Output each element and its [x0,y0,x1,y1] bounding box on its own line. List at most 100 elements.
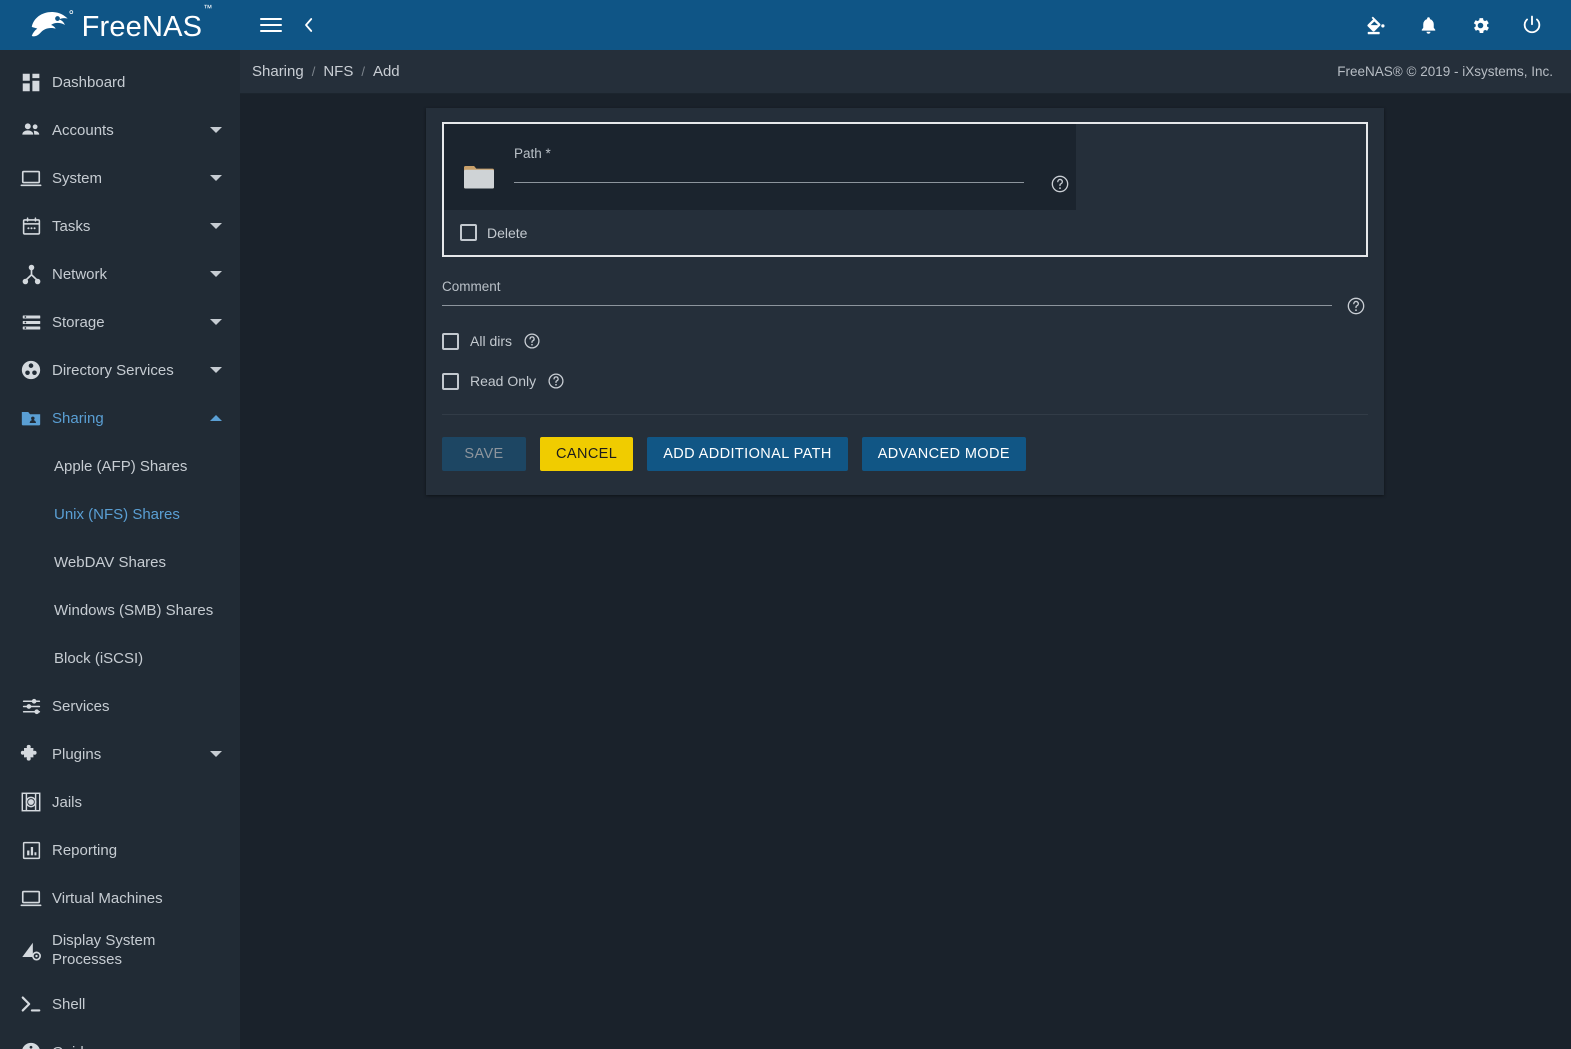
bell-icon[interactable] [1411,8,1445,42]
chevron-up-icon[interactable] [210,415,222,421]
chevron-down-icon[interactable] [210,127,222,133]
sidebar-item-virtual-machines[interactable]: Virtual Machines [0,874,240,922]
sidebar-item-accounts[interactable]: Accounts [0,106,240,154]
sidebar-item-apple-afp-shares[interactable]: Apple (AFP) Shares [0,442,240,490]
sidebar-subitem-label: Unix (NFS) Shares [54,505,180,523]
breadcrumb-separator: / [311,64,316,79]
power-icon[interactable] [1515,8,1549,42]
path-label: Path * [514,146,551,161]
sidebar-item-system[interactable]: System [0,154,240,202]
storage-icon [10,312,52,333]
checkbox-unchecked-icon[interactable] [442,372,459,390]
brand-header[interactable]: FreeNAS™ [0,0,240,50]
copyright-text: FreeNAS® © 2019 - iXsystems, Inc. [1337,64,1553,79]
folder-icon[interactable] [444,146,514,190]
advanced-mode-button[interactable]: ADVANCED MODE [861,437,1026,471]
sidebar-item-label: Jails [52,793,83,811]
dashboard-icon [10,72,52,93]
chevron-down-icon[interactable] [210,367,222,373]
sidebar-nav: Dashboard Accounts System Tasks Network … [0,50,240,1049]
comment-field[interactable]: Comment [442,279,1368,315]
delete-checkbox-label: Delete [487,224,528,241]
gear-icon[interactable] [1463,8,1497,42]
sidebar-item-label: Directory Services [52,361,174,379]
freenas-fish-logo [29,8,75,42]
sidebar-item-reporting[interactable]: Reporting [0,826,240,874]
shell-prompt-icon [10,993,52,1015]
reporting-chart-icon [10,840,52,861]
content-area: Path * Delete Comment All dirs Read Only… [240,94,1571,1049]
sidebar-item-services[interactable]: Services [0,682,240,730]
hamburger-menu-icon[interactable] [260,18,282,32]
all-dirs-label: All dirs [470,333,513,349]
paint-bucket-icon[interactable] [1359,8,1393,42]
sidebar-item-webdav-shares[interactable]: WebDAV Shares [0,538,240,586]
sidebar-item-label: Tasks [52,217,91,235]
cancel-button[interactable]: CANCEL [540,437,634,471]
path-field[interactable]: Path * [514,146,1076,193]
form-actions: SAVE CANCEL ADD ADDITIONAL PATH ADVANCED… [426,415,1384,495]
brand-trademark: ™ [203,3,213,14]
chevron-down-icon[interactable] [210,271,222,277]
checkbox-unchecked-icon[interactable] [460,224,477,241]
sidebar-item-windows-smb-shares[interactable]: Windows (SMB) Shares [0,586,240,634]
sidebar-item-label: Shell [52,995,86,1013]
topbar [240,0,1571,50]
all-dirs-row[interactable]: All dirs [442,332,1368,350]
chevron-down-icon[interactable] [210,751,222,757]
help-circle-icon[interactable] [1050,174,1070,194]
chevron-left-icon[interactable] [300,16,318,34]
comment-input-underline[interactable] [442,305,1332,306]
services-sliders-icon [10,696,52,717]
sidebar-item-label: Reporting [52,841,118,859]
breadcrumb-item-nfs[interactable]: NFS [323,63,353,80]
sidebar-item-tasks[interactable]: Tasks [0,202,240,250]
sidebar-item-display-system-processes[interactable]: Display System Processes [0,922,240,980]
checkbox-unchecked-icon[interactable] [442,332,459,350]
add-additional-path-button[interactable]: ADD ADDITIONAL PATH [647,437,848,471]
tasks-calendar-icon [10,216,52,237]
sidebar-item-label: Plugins [52,745,102,763]
sidebar-item-label: Guide [52,1044,222,1049]
sidebar-item-label: Accounts [52,121,114,139]
save-button[interactable]: SAVE [442,437,526,471]
breadcrumb-item-sharing[interactable]: Sharing [252,63,304,80]
breadcrumb-item-add[interactable]: Add [373,63,400,80]
accounts-icon [10,119,52,141]
read-only-row[interactable]: Read Only [442,372,1368,390]
brand-name: FreeNAS™ [81,3,213,43]
sidebar-item-plugins[interactable]: Plugins [0,730,240,778]
sidebar-item-label: Storage [52,313,105,331]
read-only-label: Read Only [470,373,537,389]
sidebar-subitem-label: Apple (AFP) Shares [54,457,188,475]
sidebar-item-label: Dashboard [52,73,126,91]
sidebar-item-sharing[interactable]: Sharing [0,394,240,442]
system-icon [10,167,52,189]
sidebar-item-block-iscsi[interactable]: Block (iSCSI) [0,634,240,682]
delete-row[interactable]: Delete [444,210,1366,255]
sidebar-item-network[interactable]: Network [0,250,240,298]
sidebar-item-label: Sharing [52,409,104,427]
sidebar-item-guide[interactable]: Guide [0,1028,240,1049]
sidebar-item-directory-services[interactable]: Directory Services [0,346,240,394]
sidebar-subitem-label: Block (iSCSI) [54,649,144,667]
chevron-down-icon[interactable] [210,175,222,181]
sidebar-item-storage[interactable]: Storage [0,298,240,346]
guide-info-icon [10,1041,52,1049]
chevron-down-icon[interactable] [210,319,222,325]
sidebar-item-dashboard[interactable]: Dashboard [0,58,240,106]
path-row: Path * [444,124,1076,210]
chevron-down-icon[interactable] [210,223,222,229]
path-input-underline[interactable] [514,182,1024,183]
sidebar-item-label: Network [52,265,108,283]
help-circle-icon[interactable] [547,372,565,390]
sidebar-item-shell[interactable]: Shell [0,980,240,1028]
sidebar-subitem-label: Windows (SMB) Shares [54,601,214,619]
help-circle-icon[interactable] [523,332,541,350]
virtual-machines-icon [10,887,52,909]
help-circle-icon[interactable] [1346,296,1366,316]
breadcrumb-bar: Sharing / NFS / Add FreeNAS® © 2019 - iX… [240,50,1571,94]
sidebar-item-unix-nfs-shares[interactable]: Unix (NFS) Shares [0,490,240,538]
sidebar-item-jails[interactable]: Jails [0,778,240,826]
jails-icon [10,791,52,813]
